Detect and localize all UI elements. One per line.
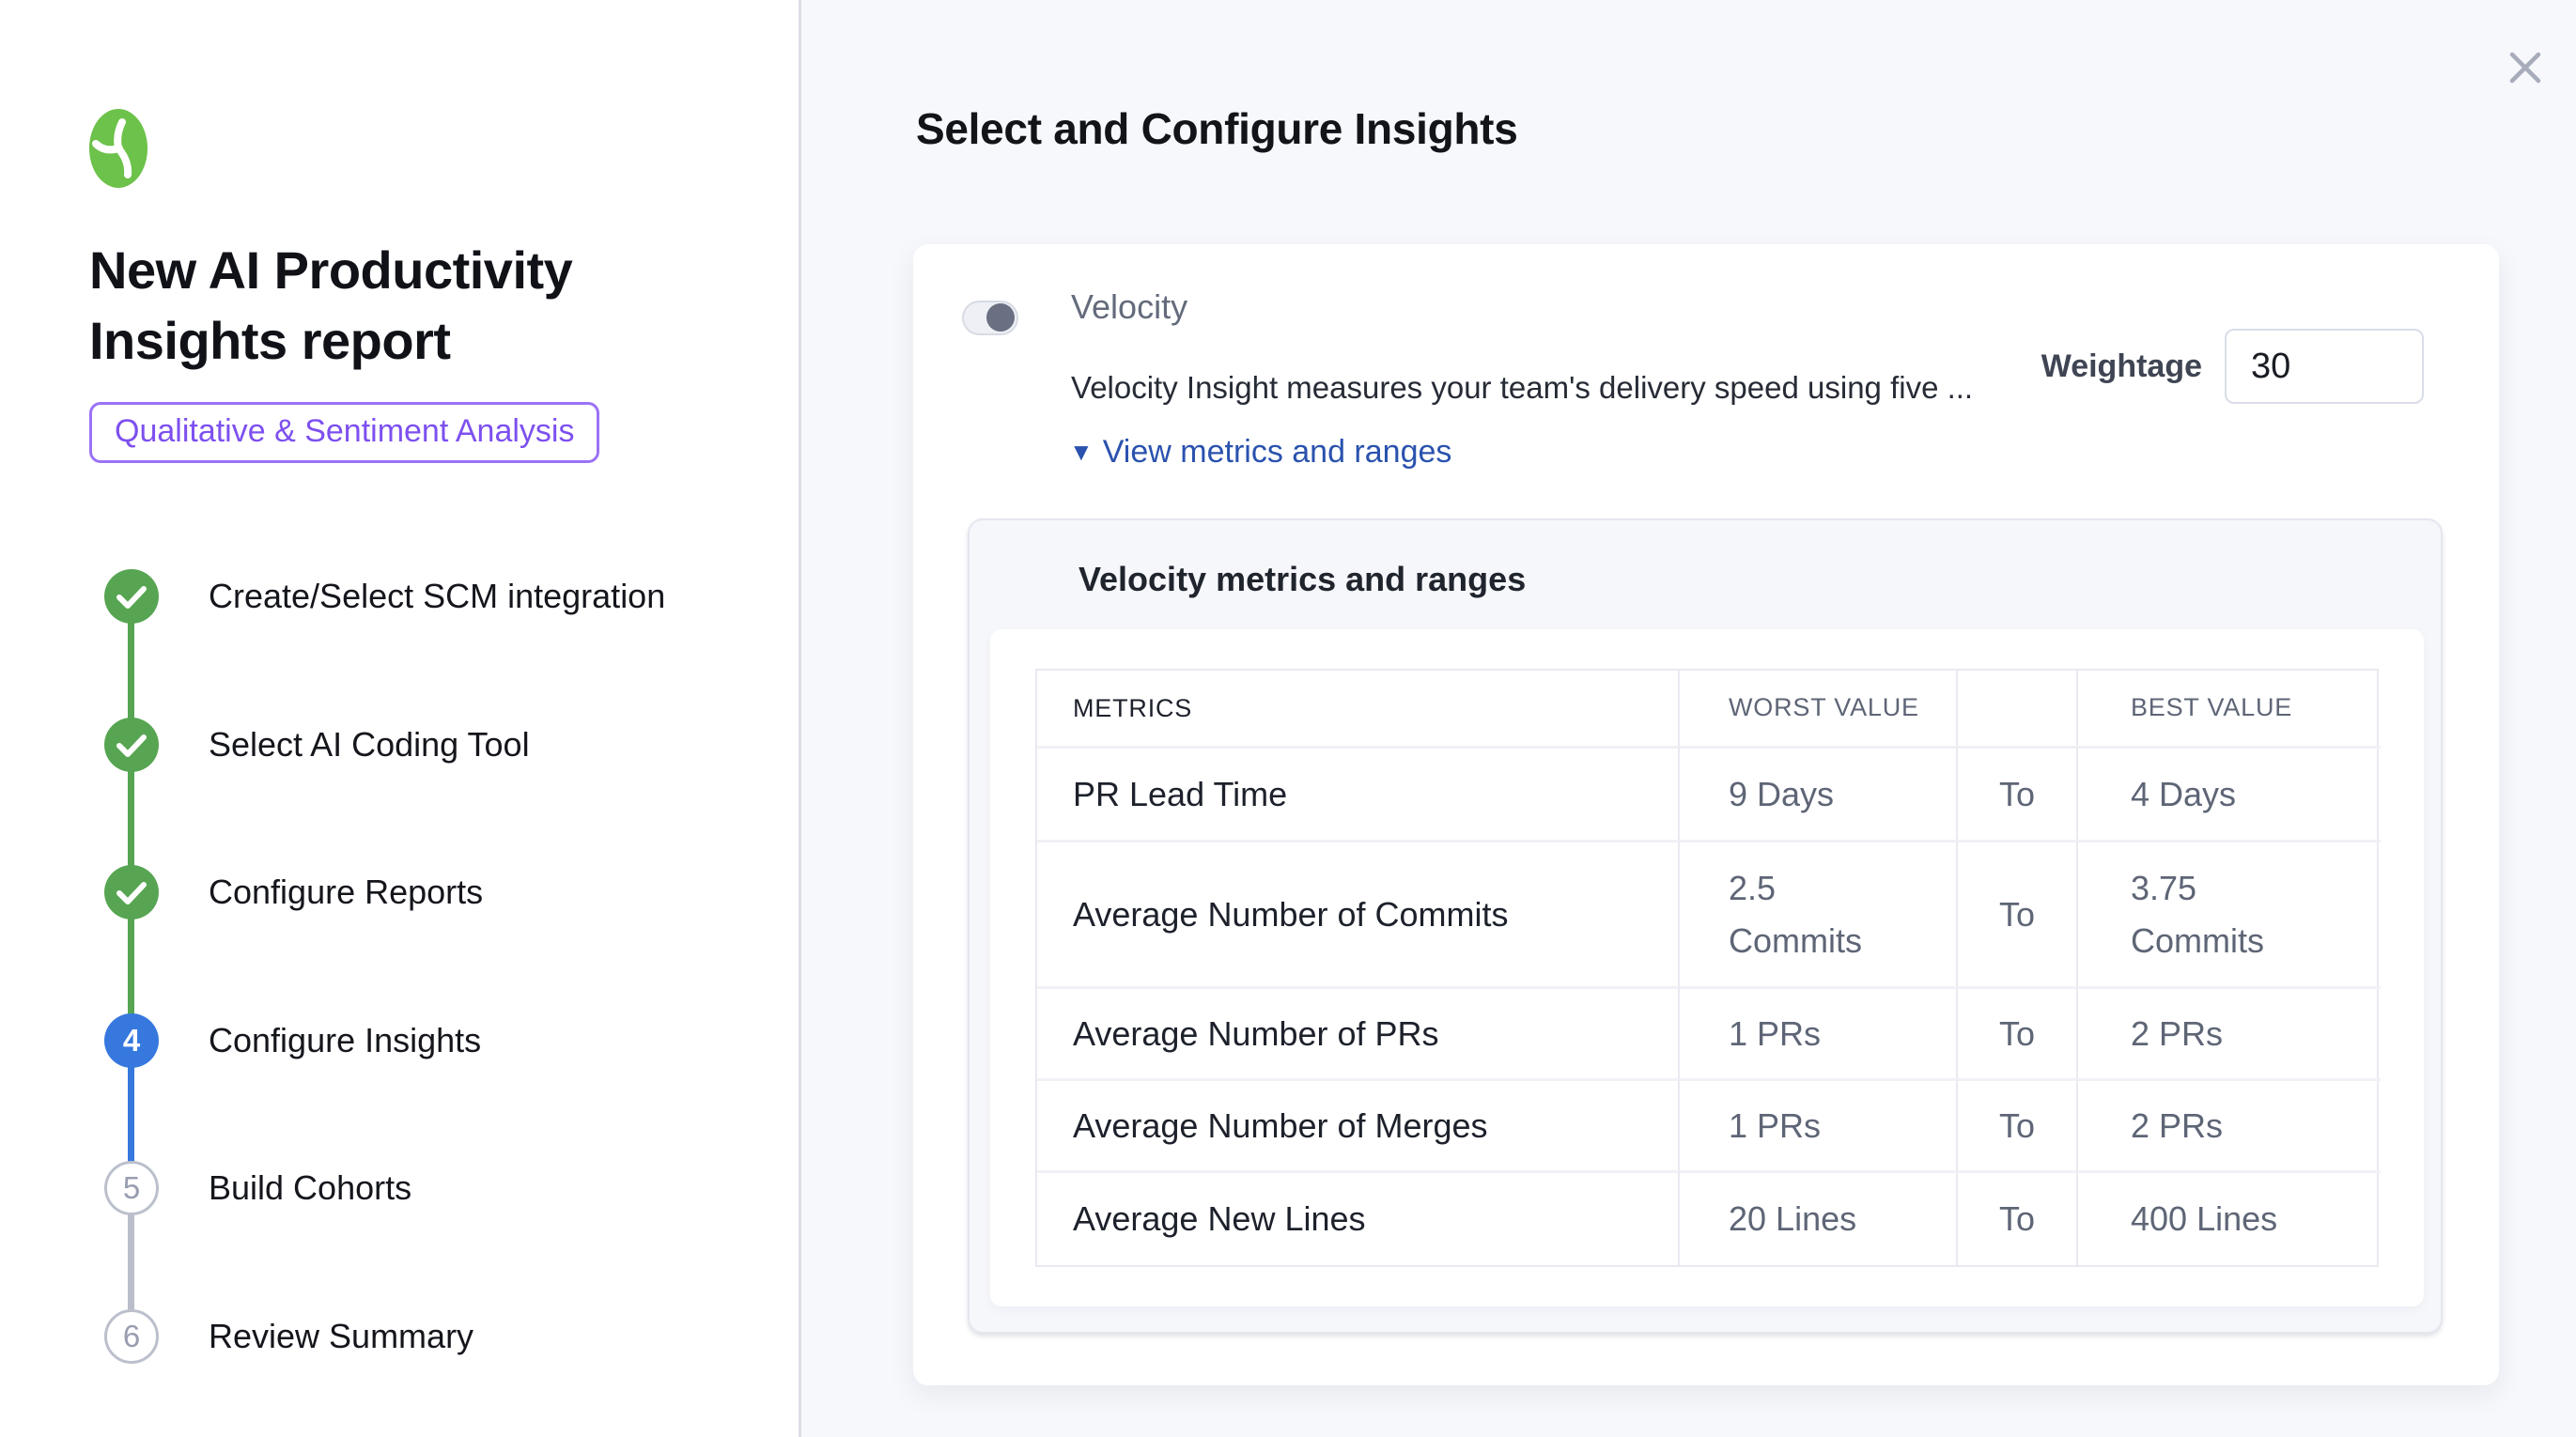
view-metrics-link[interactable]: ▼ View metrics and ranges — [1069, 434, 1451, 471]
column-header-metrics: METRICS — [1037, 671, 1680, 746]
check-icon — [104, 865, 159, 919]
step-number-circle: 6 — [104, 1309, 159, 1364]
weightage-label: Weightage — [2041, 348, 2202, 385]
worst-value-cell: 1 PRs — [1680, 1078, 1958, 1170]
step-done-circle — [104, 569, 159, 624]
worst-value-cell: 9 Days — [1680, 746, 1958, 840]
app-window: New AI Productivity Insights report Qual… — [0, 0, 2576, 1437]
best-value-cell: 3.75 Commits — [2078, 840, 2381, 986]
step-label: Select AI Coding Tool — [209, 725, 530, 765]
to-cell: To — [1958, 746, 2078, 840]
step-connector — [128, 1064, 134, 1164]
wizard-stepper: Create/Select SCM integration Select AI … — [0, 0, 799, 1437]
to-cell: To — [1958, 1170, 2078, 1265]
metric-name-cell: Average New Lines — [1037, 1170, 1680, 1265]
metrics-table-card: METRICS WORST VALUE BEST VALUE PR Lead T… — [990, 629, 2424, 1306]
step-review-summary[interactable]: 6 Review Summary — [104, 1309, 473, 1364]
metric-name-cell: Average Number of PRs — [1037, 986, 1680, 1078]
step-configure-reports[interactable]: Configure Reports — [104, 865, 483, 919]
velocity-toggle[interactable] — [962, 301, 1018, 335]
weightage-group: Weightage — [2041, 329, 2424, 404]
view-metrics-link-label: View metrics and ranges — [1103, 434, 1452, 471]
step-done-circle — [104, 718, 159, 772]
step-number-circle: 4 — [104, 1013, 159, 1068]
wizard-sidebar: New AI Productivity Insights report Qual… — [0, 0, 801, 1437]
insight-name: Velocity — [1071, 287, 1187, 327]
step-select-ai-coding-tool[interactable]: Select AI Coding Tool — [104, 718, 530, 772]
metric-name-cell: Average Number of Merges — [1037, 1078, 1680, 1170]
close-button[interactable] — [2499, 41, 2552, 94]
step-create-scm-integration[interactable]: Create/Select SCM integration — [104, 569, 665, 624]
step-build-cohorts[interactable]: 5 Build Cohorts — [104, 1161, 411, 1215]
to-cell: To — [1958, 986, 2078, 1078]
column-header-spacer — [1958, 671, 2078, 746]
step-number-circle: 5 — [104, 1161, 159, 1215]
column-header-worst-value: WORST VALUE — [1680, 671, 1958, 746]
metrics-table: METRICS WORST VALUE BEST VALUE PR Lead T… — [1035, 669, 2379, 1267]
step-connector — [128, 620, 134, 719]
step-label: Configure Reports — [209, 873, 483, 912]
step-done-circle — [104, 865, 159, 919]
close-icon — [2505, 47, 2546, 88]
step-label: Configure Insights — [209, 1021, 481, 1060]
insight-description: Velocity Insight measures your team's de… — [1071, 370, 1973, 406]
check-icon — [104, 569, 159, 624]
best-value-cell: 4 Days — [2078, 746, 2381, 840]
toggle-knob — [986, 303, 1015, 332]
triangle-down-icon: ▼ — [1069, 438, 1094, 467]
worst-value-cell: 20 Lines — [1680, 1170, 1958, 1265]
step-configure-insights[interactable]: 4 Configure Insights — [104, 1013, 481, 1068]
velocity-metrics-panel: Velocity metrics and ranges METRICS WORS… — [968, 518, 2443, 1334]
configure-insights-panel: Select and Configure Insights Velocity V… — [801, 0, 2576, 1437]
metric-name-cell: PR Lead Time — [1037, 746, 1680, 840]
panel-title: Select and Configure Insights — [916, 103, 1518, 154]
velocity-insight-card: Velocity Velocity Insight measures your … — [913, 244, 2499, 1385]
step-label: Create/Select SCM integration — [209, 577, 665, 616]
step-label: Review Summary — [209, 1317, 473, 1356]
step-connector — [128, 1212, 134, 1311]
best-value-cell: 2 PRs — [2078, 1078, 2381, 1170]
step-connector — [128, 916, 134, 1015]
worst-value-cell: 1 PRs — [1680, 986, 1958, 1078]
metric-name-cell: Average Number of Commits — [1037, 840, 1680, 986]
metrics-panel-title: Velocity metrics and ranges — [1079, 560, 1526, 599]
column-header-best-value: BEST VALUE — [2078, 671, 2381, 746]
step-label: Build Cohorts — [209, 1168, 411, 1208]
to-cell: To — [1958, 840, 2078, 986]
step-connector — [128, 768, 134, 868]
best-value-cell: 400 Lines — [2078, 1170, 2381, 1265]
worst-value-cell: 2.5 Commits — [1680, 840, 1958, 986]
best-value-cell: 2 PRs — [2078, 986, 2381, 1078]
weightage-input[interactable] — [2225, 329, 2424, 404]
to-cell: To — [1958, 1078, 2078, 1170]
check-icon — [104, 718, 159, 772]
